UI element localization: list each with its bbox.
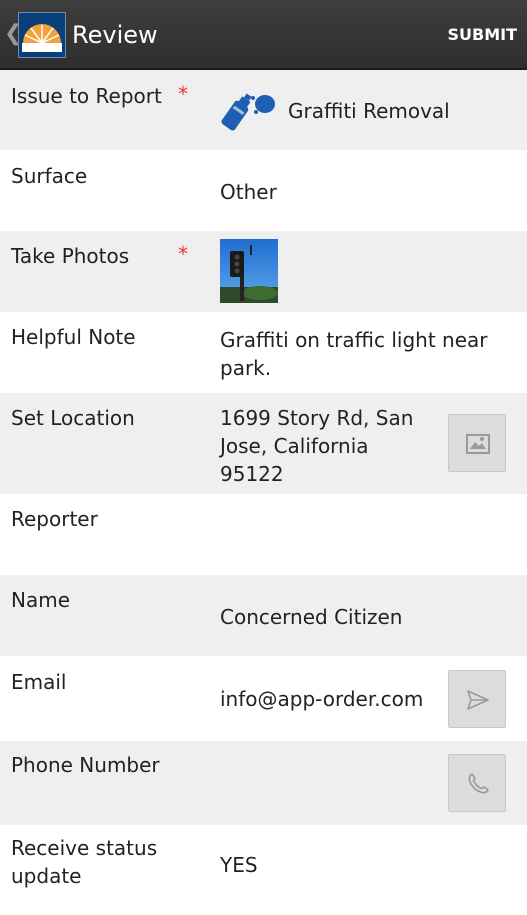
status-update-row[interactable]: Receive status update YES [0, 825, 527, 915]
email-label: Email [11, 670, 67, 694]
note-label: Helpful Note [11, 325, 136, 349]
name-row[interactable]: Name Concerned Citizen [0, 575, 527, 656]
action-bar: ❮ Review SUBMIT [0, 0, 527, 70]
email-value: info@app-order.com [220, 687, 424, 711]
name-value: Concerned Citizen [220, 605, 403, 629]
location-label: Set Location [11, 406, 135, 430]
location-value: 1699 Story Rd, San Jose, California 9512… [220, 406, 414, 486]
issue-row[interactable]: Issue to Report * Graffiti Removal [0, 70, 527, 150]
page-title: Review [72, 21, 158, 49]
surface-value: Other [220, 180, 277, 204]
required-marker: * [178, 242, 188, 266]
status-update-value: YES [220, 853, 258, 877]
phone-label: Phone Number [11, 753, 160, 777]
note-row[interactable]: Helpful Note Graffiti on traffic light n… [0, 312, 527, 393]
location-row[interactable]: Set Location 1699 Story Rd, San Jose, Ca… [0, 393, 527, 494]
surface-label: Surface [11, 164, 88, 188]
email-row[interactable]: Email info@app-order.com [0, 656, 527, 741]
photo-thumbnail[interactable] [220, 239, 278, 307]
phone-icon [468, 773, 489, 794]
status-update-label: Receive status update [11, 836, 158, 888]
reporter-label: Reporter [11, 507, 98, 531]
surface-row[interactable]: Surface Other [0, 150, 527, 231]
name-label: Name [11, 588, 71, 612]
spray-paint-icon [218, 88, 278, 138]
call-button[interactable] [448, 754, 506, 812]
phone-row[interactable]: Phone Number [0, 741, 527, 825]
issue-value: Graffiti Removal [288, 99, 450, 123]
send-icon [467, 690, 489, 710]
app-logo[interactable] [18, 12, 66, 58]
map-button[interactable] [448, 414, 506, 472]
photos-label: Take Photos [11, 244, 130, 268]
email-send-button[interactable] [448, 670, 506, 728]
submit-button[interactable]: SUBMIT [448, 24, 518, 46]
note-value: Graffiti on traffic light near park. [220, 328, 488, 380]
required-marker: * [178, 82, 188, 106]
reporter-row: Reporter [0, 494, 527, 575]
issue-label: Issue to Report [11, 84, 162, 108]
map-icon [466, 434, 490, 454]
photos-row[interactable]: Take Photos * [0, 231, 527, 312]
